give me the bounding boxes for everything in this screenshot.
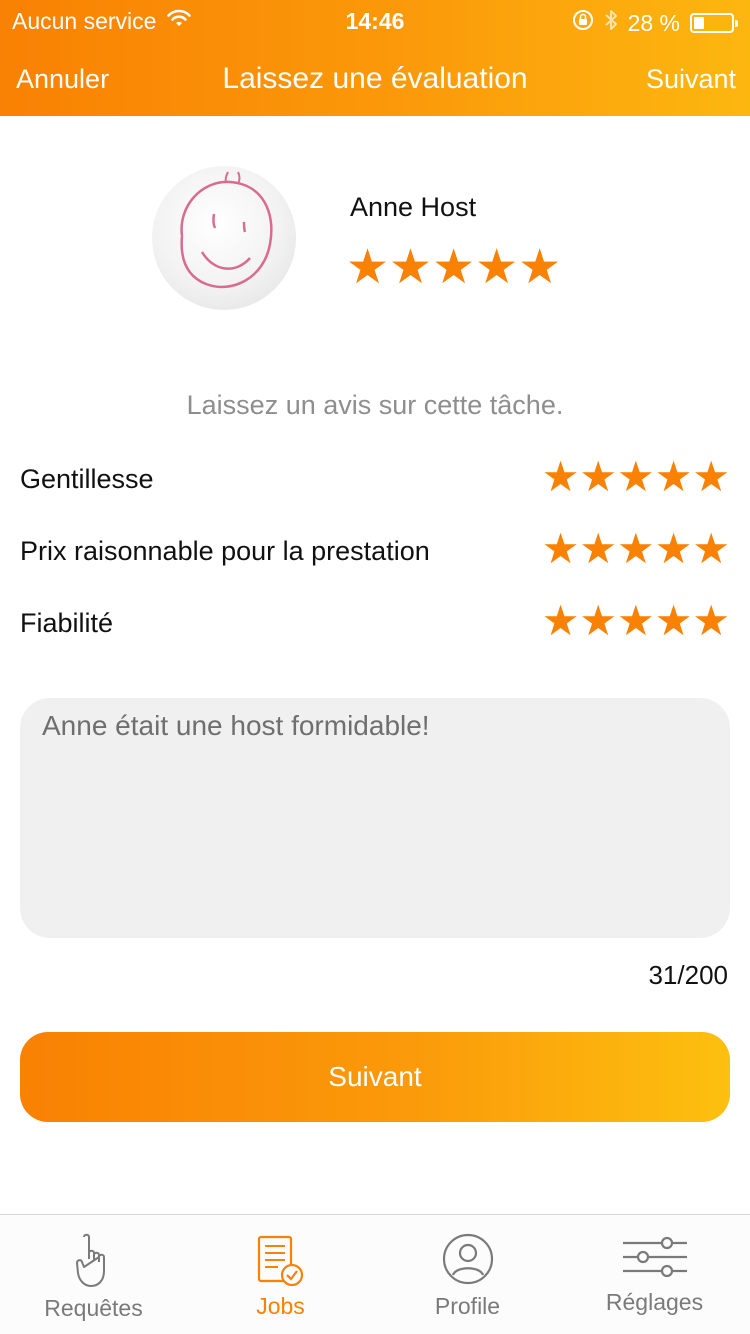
tab-label: Requêtes	[44, 1295, 143, 1321]
star-icon[interactable]: ★	[617, 528, 655, 570]
host-rating: ★ ★ ★ ★ ★	[346, 243, 561, 291]
star-icon[interactable]: ★	[655, 456, 693, 498]
star-icon[interactable]: ★	[655, 600, 693, 642]
criterion-label: Prix raisonnable pour la prestation	[20, 536, 430, 566]
criterion-label: Gentillesse	[20, 464, 154, 494]
sliders-icon	[622, 1236, 687, 1278]
bluetooth-icon	[604, 8, 618, 38]
star-icon[interactable]: ★	[692, 528, 730, 570]
star-icon[interactable]: ★	[655, 528, 693, 570]
avatar	[152, 166, 296, 310]
criterion-stars: ★ ★ ★ ★ ★	[542, 456, 730, 498]
star-icon[interactable]: ★	[518, 243, 561, 291]
smiley-drawing	[180, 171, 273, 289]
review-prompt: Laissez un avis sur cette tâche.	[186, 390, 564, 420]
star-icon[interactable]: ★	[692, 456, 730, 498]
battery-fill	[694, 17, 705, 29]
tab-jobs[interactable]: Jobs	[187, 1215, 374, 1334]
tab-label: Jobs	[256, 1293, 305, 1319]
star-icon[interactable]: ★	[542, 456, 580, 498]
tab-reglages[interactable]: Réglages	[561, 1215, 748, 1334]
document-check-icon	[257, 1235, 303, 1287]
criterion-stars: ★ ★ ★ ★ ★	[542, 528, 730, 570]
criterion-stars: ★ ★ ★ ★ ★	[542, 600, 730, 642]
next-button[interactable]: Suivant	[20, 1032, 730, 1122]
star-icon[interactable]: ★	[542, 600, 580, 642]
star-icon[interactable]: ★	[579, 600, 617, 642]
tab-profile[interactable]: Profile	[374, 1215, 561, 1334]
star-icon[interactable]: ★	[617, 600, 655, 642]
star-icon[interactable]: ★	[692, 600, 730, 642]
star-icon[interactable]: ★	[617, 456, 655, 498]
review-text: Anne était une host formidable!	[42, 710, 430, 741]
page-title: Laissez une évaluation	[222, 62, 528, 95]
tab-bar: Requêtes Jobs Profile Réglages	[0, 1214, 750, 1334]
tab-label: Réglages	[605, 1289, 704, 1315]
next-nav-button[interactable]: Suivant	[646, 64, 736, 95]
tab-label: Profile	[434, 1293, 501, 1319]
star-icon[interactable]: ★	[389, 243, 432, 291]
star-icon[interactable]: ★	[432, 243, 475, 291]
host-name: Anne Host	[350, 192, 477, 222]
header: Aucun service 14:46 28 % Annuler Laissez…	[0, 0, 750, 116]
hand-pointing-icon	[75, 1233, 105, 1287]
star-icon[interactable]: ★	[542, 528, 580, 570]
star-icon[interactable]: ★	[346, 243, 389, 291]
character-counter: 31/200	[648, 960, 728, 990]
nav-bar: Annuler Laissez une évaluation Suivant	[0, 56, 750, 102]
orientation-lock-icon	[572, 9, 594, 37]
star-icon[interactable]: ★	[579, 528, 617, 570]
tab-requetes[interactable]: Requêtes	[0, 1215, 187, 1334]
star-icon[interactable]: ★	[475, 243, 518, 291]
status-bar: Aucun service 14:46 28 %	[0, 0, 750, 40]
criterion-label: Fiabilité	[20, 608, 114, 638]
review-textarea[interactable]: Anne était une host formidable!	[20, 698, 730, 938]
criterion-row: Gentillesse ★ ★ ★ ★ ★	[20, 456, 730, 502]
criterion-row: Fiabilité ★ ★ ★ ★ ★	[20, 600, 730, 646]
user-icon	[442, 1233, 493, 1285]
status-right: 28 %	[572, 8, 738, 38]
battery-icon	[690, 13, 738, 33]
battery-percent: 28 %	[627, 9, 680, 36]
star-icon[interactable]: ★	[579, 456, 617, 498]
criterion-row: Prix raisonnable pour la prestation ★ ★ ★ ★…	[20, 528, 730, 574]
